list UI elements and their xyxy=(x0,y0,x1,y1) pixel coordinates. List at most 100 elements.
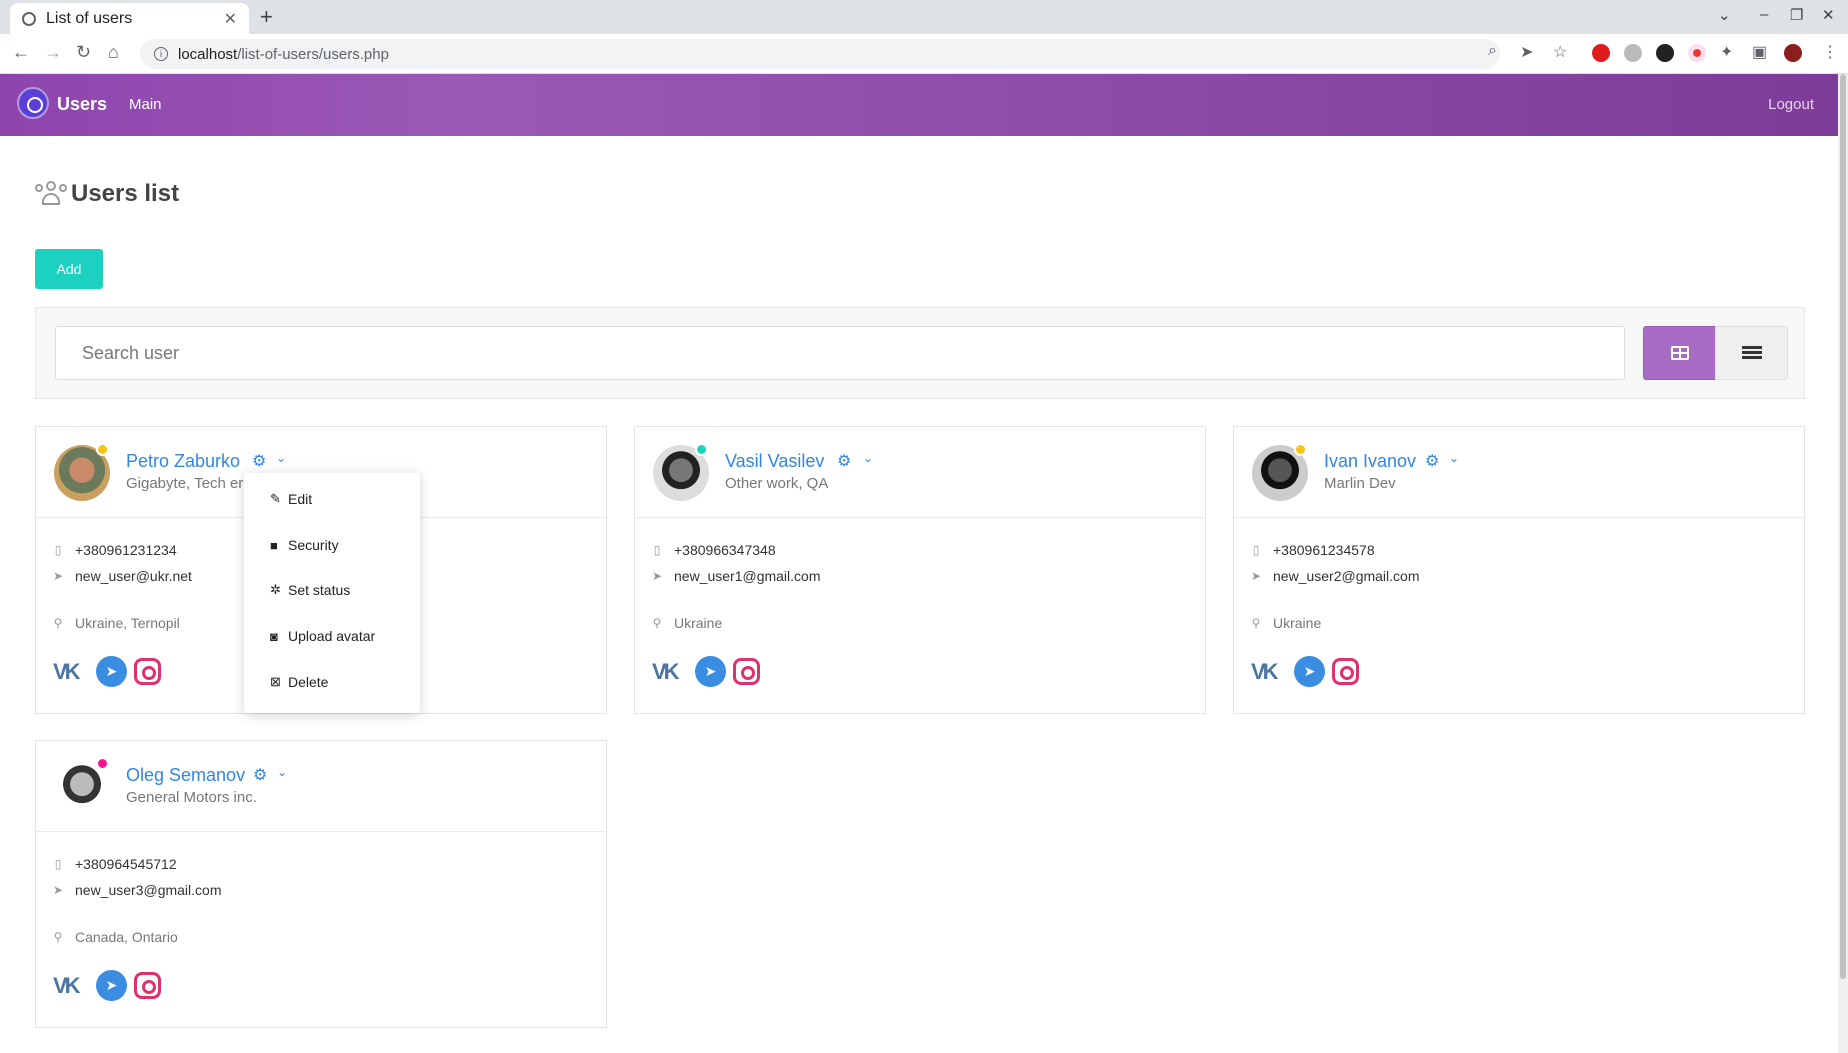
vk-icon[interactable]: VK xyxy=(652,659,688,685)
user-name-link[interactable]: Oleg Semanov xyxy=(126,765,245,786)
brand-name[interactable]: Users xyxy=(57,94,107,115)
extension-globe-icon[interactable] xyxy=(1624,44,1642,62)
address-bar[interactable]: i localhost /list-of-users/users.php xyxy=(140,39,1500,69)
location-line: ⚲ Ukraine xyxy=(1251,615,1322,631)
user-subtitle: Other work, QA xyxy=(725,475,829,492)
location-line: ⚲ Ukraine xyxy=(652,615,723,631)
users-group-icon xyxy=(35,181,67,207)
telegram-icon[interactable]: ➤ xyxy=(695,656,726,687)
gear-icon[interactable]: ⚙ xyxy=(1425,451,1439,471)
site-info-icon[interactable]: i xyxy=(154,47,168,61)
search-input[interactable] xyxy=(55,326,1625,380)
add-user-button[interactable]: Add xyxy=(35,249,103,289)
pointer-icon: ➤ xyxy=(53,883,64,897)
url-path: /list-of-users/users.php xyxy=(237,45,389,63)
page-scrollbar[interactable] xyxy=(1838,74,1848,1053)
pointer-icon: ➤ xyxy=(53,569,64,583)
home-icon[interactable]: ⌂ xyxy=(108,42,119,63)
list-view-button[interactable] xyxy=(1715,326,1788,380)
email-line: ➤ new_user@ukr.net xyxy=(53,568,192,584)
social-links: VK ➤ xyxy=(652,656,760,687)
browser-tabbar: List of users ✕ + ⌄ – ❐ ✕ xyxy=(0,0,1848,34)
new-tab-icon[interactable]: + xyxy=(260,4,273,30)
user-subtitle: Gigabyte, Tech er xyxy=(126,475,244,492)
instagram-icon[interactable] xyxy=(733,658,760,685)
grid-view-button[interactable] xyxy=(1643,326,1716,380)
user-name-link[interactable]: Ivan Ivanov xyxy=(1324,451,1416,472)
telegram-icon[interactable]: ➤ xyxy=(1294,656,1325,687)
extension-adblock-icon[interactable] xyxy=(1592,44,1610,62)
browser-tab[interactable]: List of users ✕ xyxy=(10,3,249,34)
nav-main-link[interactable]: Main xyxy=(129,96,162,113)
dropdown-item-label: Delete xyxy=(288,674,329,690)
app-logo-icon[interactable] xyxy=(17,87,49,119)
phone-text: +380966347348 xyxy=(674,542,776,558)
send-icon[interactable]: ➤ xyxy=(1520,42,1533,62)
side-panel-icon[interactable]: ▣ xyxy=(1752,42,1767,62)
dropdown-item-delete[interactable]: ⊠ Delete xyxy=(270,674,328,690)
user-name-link[interactable]: Petro Zaburko xyxy=(126,451,240,472)
tab-close-icon[interactable]: ✕ xyxy=(224,9,237,29)
email-text: new_user@ukr.net xyxy=(75,568,192,584)
browser-menu-icon[interactable]: ⋮ xyxy=(1822,42,1838,62)
instagram-icon[interactable] xyxy=(134,972,161,999)
minimize-icon[interactable]: – xyxy=(1760,6,1768,23)
chevron-down-icon[interactable]: ⌄ xyxy=(863,451,873,465)
chevron-down-icon[interactable]: ⌄ xyxy=(1449,451,1459,465)
location-text: Canada, Ontario xyxy=(75,929,178,945)
logout-link[interactable]: Logout xyxy=(1768,96,1814,113)
dropdown-item-upload-avatar[interactable]: ◙ Upload avatar xyxy=(270,628,375,644)
location-text: Ukraine xyxy=(1273,615,1322,631)
restore-icon[interactable]: ❐ xyxy=(1790,6,1803,24)
vk-icon[interactable]: VK xyxy=(53,973,89,999)
chevron-down-icon[interactable]: ⌄ xyxy=(277,765,287,779)
url-host: localhost xyxy=(178,45,238,63)
email-line: ➤ new_user3@gmail.com xyxy=(53,882,222,898)
profile-avatar[interactable] xyxy=(1784,44,1802,62)
status-indicator xyxy=(96,443,109,456)
tab-title: List of users xyxy=(46,9,133,27)
instagram-icon[interactable] xyxy=(1332,658,1359,685)
telegram-icon[interactable]: ➤ xyxy=(96,970,127,1001)
forward-icon[interactable]: → xyxy=(44,42,62,63)
extension-record-icon[interactable] xyxy=(1688,44,1706,62)
bookmark-star-icon[interactable]: ☆ xyxy=(1553,42,1567,62)
grid-icon xyxy=(1670,346,1689,360)
extension-dark-icon[interactable] xyxy=(1656,44,1674,62)
gear-icon[interactable]: ⚙ xyxy=(837,451,851,471)
browser-toolbar: ← → ↻ ⌂ i localhost /list-of-users/users… xyxy=(0,34,1848,74)
map-pin-icon: ⚲ xyxy=(53,616,63,630)
location-text: Ukraine, Ternopil xyxy=(75,615,180,631)
instagram-icon[interactable] xyxy=(134,658,161,685)
telegram-icon[interactable]: ➤ xyxy=(96,656,127,687)
social-links: VK ➤ xyxy=(1251,656,1359,687)
vk-icon[interactable]: VK xyxy=(53,659,89,685)
chevron-down-icon[interactable]: ⌄ xyxy=(276,451,286,465)
phone-line: ▯ +380964545712 xyxy=(53,856,177,872)
extensions-puzzle-icon[interactable]: ✦ xyxy=(1720,42,1733,62)
pointer-icon: ➤ xyxy=(652,569,663,583)
dropdown-item-label: Security xyxy=(288,537,339,553)
email-text: new_user3@gmail.com xyxy=(75,882,222,898)
tab-search-icon[interactable]: ⌄ xyxy=(1718,6,1731,24)
vk-icon[interactable]: VK xyxy=(1251,659,1287,685)
user-name-link[interactable]: Vasil Vasilev xyxy=(725,451,824,472)
close-box-icon: ⊠ xyxy=(270,674,281,689)
phone-text: +380961231234 xyxy=(75,542,177,558)
gear-icon[interactable]: ⚙ xyxy=(253,765,267,785)
social-links: VK ➤ xyxy=(53,656,161,687)
gear-icon[interactable]: ⚙ xyxy=(252,451,266,471)
dropdown-item-edit[interactable]: ✎ Edit xyxy=(270,491,312,507)
scrollbar-thumb[interactable] xyxy=(1840,74,1846,979)
user-card: Vasil Vasilev ⚙ ⌄ Other work, QA ▯ +3809… xyxy=(634,426,1206,714)
phone-line: ▯ +380966347348 xyxy=(652,542,776,558)
reload-icon[interactable]: ↻ xyxy=(76,42,91,63)
lock-icon: ■ xyxy=(270,537,278,553)
window-close-icon[interactable]: ✕ xyxy=(1822,6,1835,24)
zoom-icon[interactable]: ⌕ xyxy=(1488,42,1497,60)
dropdown-item-set-status[interactable]: ✲ Set status xyxy=(270,582,350,598)
dropdown-item-security[interactable]: ■ Security xyxy=(270,537,339,553)
phone-text: +380961234578 xyxy=(1273,542,1375,558)
email-line: ➤ new_user1@gmail.com xyxy=(652,568,821,584)
back-icon[interactable]: ← xyxy=(12,42,30,63)
